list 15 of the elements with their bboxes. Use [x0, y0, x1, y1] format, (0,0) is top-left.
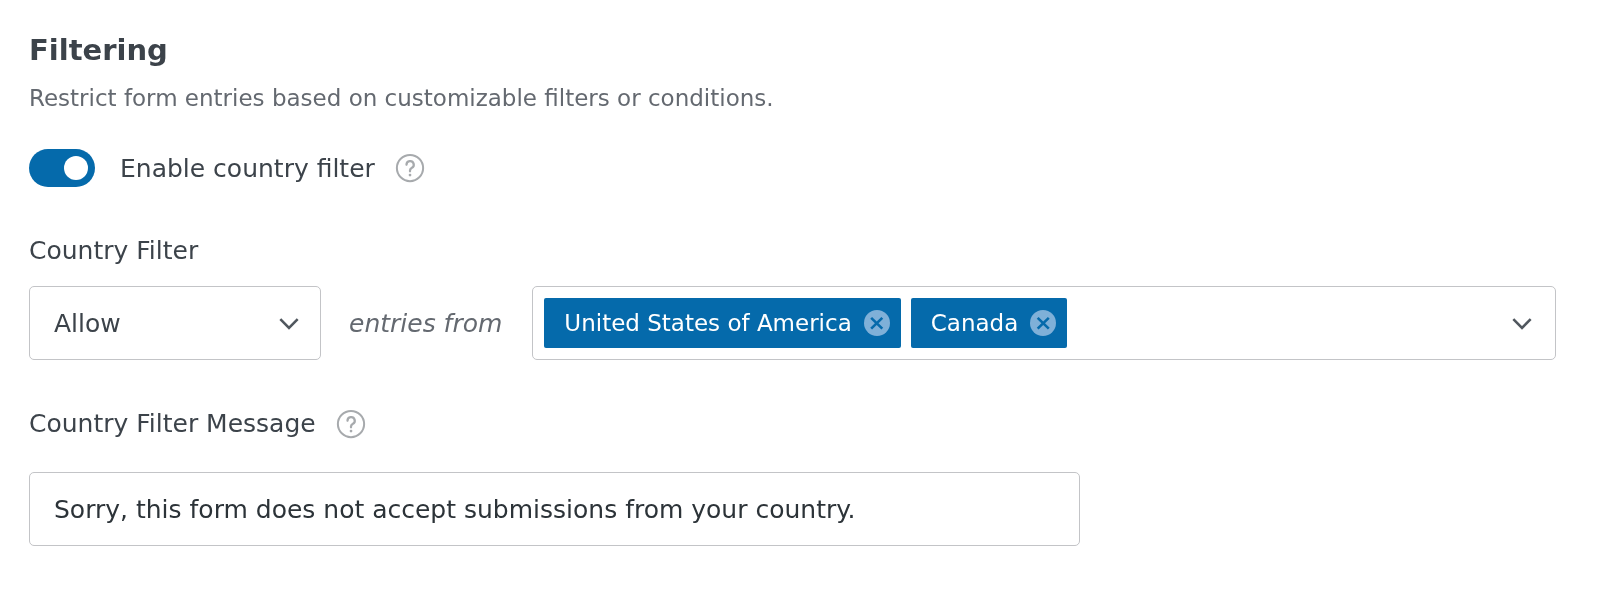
help-icon[interactable]	[394, 153, 425, 183]
tag-label: United States of America	[564, 310, 852, 336]
message-input[interactable]: Sorry, this form does not accept submissions from your country.	[29, 472, 1080, 546]
tag-label: Canada	[930, 310, 1019, 336]
toggle-label: Enable country filter	[120, 153, 375, 183]
field-label: Country Filter	[29, 235, 200, 267]
mode-dropdown[interactable]: Allow	[29, 286, 321, 360]
toggle-switch[interactable]	[29, 149, 95, 187]
chevron-down-icon	[278, 316, 300, 330]
connector-text: entries from	[349, 308, 503, 338]
chevron-down-icon	[1511, 316, 1533, 330]
field-label: Country Filter Message	[29, 408, 316, 440]
section-description: Restrict form entries based on customizable filters or conditions.	[29, 84, 775, 113]
help-icon[interactable]	[335, 409, 366, 439]
section-title: Filtering	[29, 32, 169, 69]
